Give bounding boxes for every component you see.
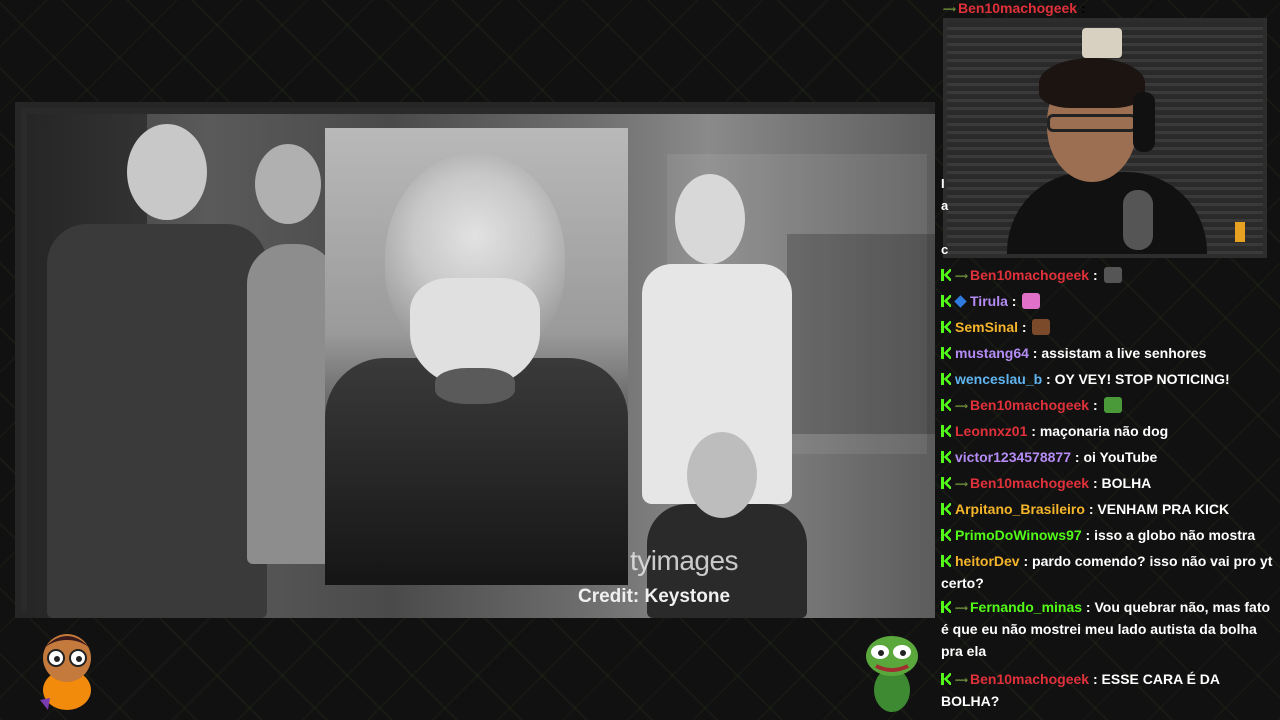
brown-emote-icon	[1032, 319, 1051, 335]
chat-message: ⟿ Ben10machogeek : BOLHA	[941, 472, 1274, 494]
kick-badge-icon	[941, 347, 951, 359]
chat-message: victor1234578877 : oi YouTube	[941, 446, 1274, 468]
chat-separator: :	[1089, 475, 1102, 491]
pepe-frog-icon	[866, 636, 918, 712]
chat-message: Leonnxz01 : maçonaria não dog	[941, 420, 1274, 442]
chat-separator: :	[1089, 397, 1102, 413]
chat-username[interactable]: Ben10machogeek	[970, 267, 1089, 283]
kick-badge-icon	[941, 295, 951, 307]
chat-separator: :	[1084, 501, 1098, 517]
chat-separator: :	[1019, 553, 1033, 569]
chat-username[interactable]: Ben10machogeek	[970, 671, 1089, 687]
subscriber-badge-icon: ⟿	[955, 675, 968, 685]
chat-separator: :	[1042, 371, 1055, 387]
chat-message-text: VENHAM PRA KICK	[1097, 501, 1230, 517]
kick-badge-icon	[941, 555, 951, 567]
chat-username[interactable]: PrimoDoWinows97	[955, 527, 1082, 543]
chat-message: ⟿ Ben10machogeek :	[941, 264, 1274, 286]
kick-badge-icon	[941, 373, 951, 385]
streamer-webcam	[943, 18, 1267, 258]
chat-message-text: assistam a live senhores	[1041, 345, 1207, 361]
subscriber-badge-icon: ⟿	[955, 271, 968, 281]
chat-username[interactable]: heitorDev	[955, 553, 1020, 569]
chat-username[interactable]: Tirula	[970, 293, 1008, 309]
chat-separator: :	[1007, 293, 1021, 309]
subscriber-badge-icon: ⟿	[955, 479, 968, 489]
chat-username[interactable]: Fernando_minas	[970, 599, 1082, 615]
chat-separator: :	[1081, 527, 1095, 543]
chat-separator: :	[1018, 319, 1031, 335]
chat-message-text: BOLHA	[1101, 475, 1152, 491]
kick-badge-icon	[941, 451, 951, 463]
chat-message: SemSinal :	[941, 316, 1274, 338]
chat-fragment: a	[941, 198, 949, 213]
kick-badge-icon	[941, 399, 951, 411]
kick-badge-icon	[941, 425, 951, 437]
mascot-character-icon	[40, 634, 91, 710]
chat-username[interactable]: wenceslau_b	[955, 371, 1042, 387]
image-emote-icon	[1103, 267, 1122, 283]
chat-separator: :	[1027, 423, 1040, 439]
chat-separator: :	[1071, 449, 1084, 465]
chat-fragment: I	[941, 176, 945, 191]
chat-message: heitorDev : pardo comendo? isso não vai …	[941, 550, 1274, 594]
chat-message: mustang64 : assistam a live senhores	[941, 342, 1274, 364]
photo-watermark: tyimages	[630, 545, 739, 576]
chat-fragment: c	[941, 242, 949, 257]
chat-separator: :	[1089, 267, 1102, 283]
chat-separator: :	[1089, 671, 1102, 687]
chat-message: wenceslau_b : OY VEY! STOP NOTICING!	[941, 368, 1274, 390]
chat-username[interactable]: Ben10machogeek	[958, 0, 1077, 16]
chat-message: ⟿ Ben10machogeek : ESSE CARA É DA BOLHA?	[941, 668, 1274, 712]
chat-message: PrimoDoWinows97 : isso a globo não mostr…	[941, 524, 1274, 546]
kick-badge-icon	[941, 321, 951, 333]
chat-username[interactable]: Ben10machogeek	[970, 397, 1089, 413]
chat-username[interactable]: Ben10machogeek	[970, 475, 1089, 491]
chat-message: Tirula :	[941, 290, 1274, 312]
chat-message-text: maçonaria não dog	[1039, 423, 1169, 439]
green-emote-icon	[1103, 397, 1122, 413]
pink-emote-icon	[1022, 293, 1041, 309]
kick-badge-icon	[941, 601, 951, 613]
photo-credit: Credit: Keystone	[578, 586, 731, 607]
chat-message-partial: ⟿ Ben10machogeek :	[943, 0, 1103, 18]
gem-badge-icon	[954, 295, 967, 308]
chat-separator: :	[1028, 345, 1042, 361]
kick-badge-icon	[941, 529, 951, 541]
kick-badge-icon	[941, 477, 951, 489]
subscriber-badge-icon: ⟿	[955, 401, 968, 411]
kick-badge-icon	[941, 503, 951, 515]
kick-badge-icon	[941, 673, 951, 685]
kick-badge-icon	[941, 269, 951, 281]
chat-username[interactable]: Leonnxz01	[955, 423, 1027, 439]
subscriber-badge-icon: ⟿	[955, 603, 968, 613]
chat-separator: :	[1077, 0, 1086, 16]
chat-message-text: OY VEY! STOP NOTICING!	[1054, 371, 1230, 387]
chat-username[interactable]: Arpitano_Brasileiro	[955, 501, 1085, 517]
portrait-photo	[325, 128, 628, 585]
chat-username[interactable]: mustang64	[955, 345, 1029, 361]
microphone-icon	[1123, 190, 1153, 250]
chat-message: ⟿ Fernando_minas : Vou quebrar não, mas f…	[941, 596, 1274, 662]
chat-message: Arpitano_Brasileiro : VENHAM PRA KICK	[941, 498, 1274, 520]
subscriber-badge-icon: ⟿	[943, 4, 956, 14]
chat-username[interactable]: victor1234578877	[955, 449, 1071, 465]
chat-username[interactable]: SemSinal	[955, 319, 1018, 335]
chat-message: ⟿ Ben10machogeek :	[941, 394, 1274, 416]
chat-message-text: oi YouTube	[1083, 449, 1158, 465]
chat-separator: :	[1082, 599, 1095, 615]
chat-panel: ⟿ Ben10machogeek : Tirula : SemSinal : mu…	[941, 262, 1276, 720]
chat-message-text: isso a globo não mostra	[1094, 527, 1256, 543]
